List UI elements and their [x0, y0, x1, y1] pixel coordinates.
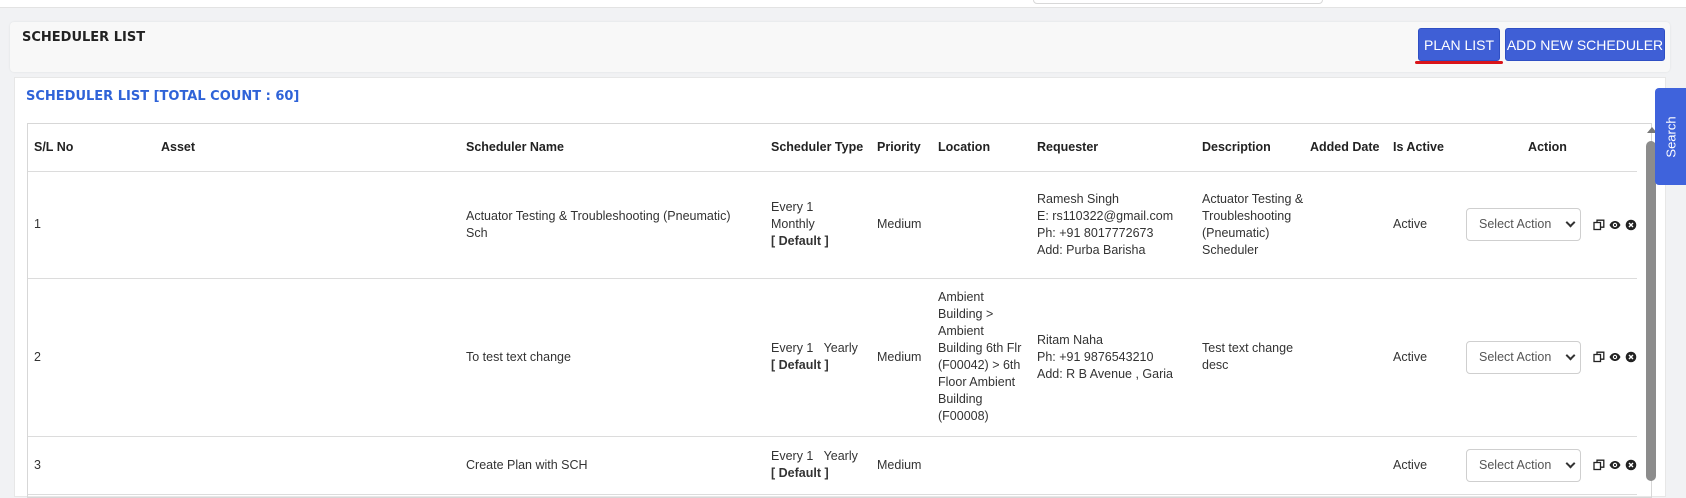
requester-line: Ph: +91 8017772673 — [1037, 225, 1154, 240]
top-search-input[interactable] — [1033, 0, 1323, 4]
table-row: 2 To test text change Every 1 Yearly [ D… — [28, 278, 1637, 437]
cell-type: Every 1 Yearly [ Default ] — [765, 436, 871, 495]
total-count-label: SCHEDULER LIST [TOTAL COUNT : 60] — [26, 89, 300, 104]
row-action-icons — [1593, 459, 1637, 471]
cell-description: Test text change desc — [1196, 278, 1304, 437]
cell-added-date — [1304, 171, 1387, 279]
cell-type: Every 1 Monthly [ Default ] — [765, 171, 871, 279]
col-header[interactable]: Is Active — [1387, 124, 1452, 172]
search-side-tab[interactable]: Search — [1655, 88, 1686, 185]
close-circle-icon[interactable] — [1625, 459, 1637, 471]
type-line: Monthly — [771, 217, 815, 231]
cell-added-date — [1304, 278, 1387, 437]
select-placeholder: Select Action — [1479, 349, 1552, 364]
cell-requester: Ritam Naha Ph: +91 9876543210 Add: R B A… — [1031, 278, 1196, 437]
type-default: [ Default ] — [771, 358, 829, 372]
cell-action: Select Action — [1452, 171, 1637, 279]
cell-location — [932, 171, 1031, 279]
cell-priority: Medium — [871, 278, 932, 437]
cell-requester — [1031, 436, 1196, 495]
cell-priority: Medium — [871, 171, 932, 279]
eye-icon[interactable] — [1609, 351, 1621, 363]
cell-asset — [155, 436, 460, 495]
cell-type: Every 1 Yearly [ Default ] — [765, 278, 871, 437]
cell-name: Create Plan with SCH — [460, 436, 765, 495]
cell-requester: Ramesh Singh E: rs110322@gmail.com Ph: +… — [1031, 171, 1196, 279]
col-header[interactable]: Priority — [871, 124, 932, 172]
cell-action: Select Action — [1452, 278, 1637, 437]
col-header[interactable]: Scheduler Name — [460, 124, 765, 172]
type-line: Every 1 Yearly — [771, 449, 858, 463]
cell-is-active: Active — [1387, 278, 1452, 437]
scheduler-list-panel: SCHEDULER LIST [TOTAL COUNT : 60] S/L No… — [14, 77, 1666, 498]
cell-description: Actuator Testing & Troubleshooting (Pneu… — [1196, 171, 1304, 279]
col-header: Action — [1452, 124, 1637, 172]
action-select[interactable]: Select Action — [1466, 208, 1581, 241]
chevron-down-icon — [1565, 217, 1576, 228]
type-default: [ Default ] — [771, 234, 829, 248]
table-header-row: S/L No Asset Scheduler Name Scheduler Ty… — [28, 124, 1637, 172]
requester-line: E: rs110322@gmail.com — [1037, 208, 1174, 223]
cell-asset — [155, 171, 460, 279]
top-strip — [0, 0, 1686, 8]
plan-list-button[interactable]: PLAN LIST — [1418, 28, 1500, 61]
cell-sl: 1 — [28, 171, 155, 279]
chevron-down-icon — [1565, 458, 1576, 468]
copy-icon[interactable] — [1593, 351, 1605, 363]
cell-location: Ambient Building > Ambient Building 6th … — [932, 278, 1031, 437]
cell-description — [1196, 436, 1304, 495]
col-header[interactable]: Description — [1196, 124, 1304, 172]
cell-location — [932, 436, 1031, 495]
scrollbar-thumb[interactable] — [1646, 141, 1656, 481]
col-header[interactable]: S/L No — [28, 124, 155, 172]
type-default: [ Default ] — [771, 466, 829, 480]
select-placeholder: Select Action — [1479, 217, 1552, 231]
eye-icon[interactable] — [1609, 219, 1621, 231]
action-select[interactable]: Select Action — [1466, 340, 1581, 374]
active-underline — [1415, 61, 1503, 64]
col-header[interactable]: Added Date — [1304, 124, 1387, 172]
scheduler-table-container: S/L No Asset Scheduler Name Scheduler Ty… — [27, 123, 1652, 498]
scheduler-table: S/L No Asset Scheduler Name Scheduler Ty… — [28, 124, 1637, 495]
page-header: SCHEDULER LIST PLAN LIST ADD NEW SCHEDUL… — [10, 22, 1670, 72]
close-circle-icon[interactable] — [1625, 351, 1637, 363]
cell-priority: Medium — [871, 436, 932, 495]
requester-line: Ramesh Singh — [1037, 191, 1119, 206]
copy-icon[interactable] — [1593, 219, 1605, 231]
copy-icon[interactable] — [1593, 459, 1605, 471]
add-new-scheduler-button[interactable]: ADD NEW SCHEDULER — [1505, 28, 1665, 61]
page-title: SCHEDULER LIST — [22, 30, 146, 45]
row-action-icons — [1593, 351, 1637, 363]
col-header[interactable]: Location — [932, 124, 1031, 172]
type-line: Every 1 Yearly — [771, 341, 858, 355]
requester-line: Add: Purba Barisha — [1037, 242, 1146, 257]
table-row: 1 Actuator Testing & Troubleshooting (Pn… — [28, 171, 1637, 279]
cell-name: Actuator Testing & Troubleshooting (Pneu… — [460, 171, 765, 279]
cell-sl: 3 — [28, 436, 155, 495]
type-line: Every 1 — [771, 200, 814, 214]
cell-action: Select Action — [1452, 436, 1637, 495]
action-select[interactable]: Select Action — [1466, 448, 1581, 482]
cell-sl: 2 — [28, 278, 155, 437]
cell-is-active: Active — [1387, 171, 1452, 279]
cell-asset — [155, 278, 460, 437]
requester-line: Ritam Naha — [1037, 332, 1103, 347]
row-action-icons — [1593, 219, 1637, 231]
cell-is-active: Active — [1387, 436, 1452, 495]
table-row: 3 Create Plan with SCH Every 1 Yearly [ … — [28, 436, 1637, 495]
cell-added-date — [1304, 436, 1387, 495]
cell-name: To test text change — [460, 278, 765, 437]
col-header[interactable]: Scheduler Type — [765, 124, 871, 172]
eye-icon[interactable] — [1609, 459, 1621, 471]
search-side-tab-label: Search — [1663, 115, 1678, 158]
requester-line: Ph: +91 9876543210 — [1037, 349, 1154, 364]
col-header[interactable]: Asset — [155, 124, 460, 172]
col-header[interactable]: Requester — [1031, 124, 1196, 172]
close-circle-icon[interactable] — [1625, 219, 1637, 231]
chevron-down-icon — [1565, 350, 1576, 360]
select-placeholder: Select Action — [1479, 457, 1552, 472]
requester-line: Add: R B Avenue , Garia — [1037, 366, 1173, 381]
